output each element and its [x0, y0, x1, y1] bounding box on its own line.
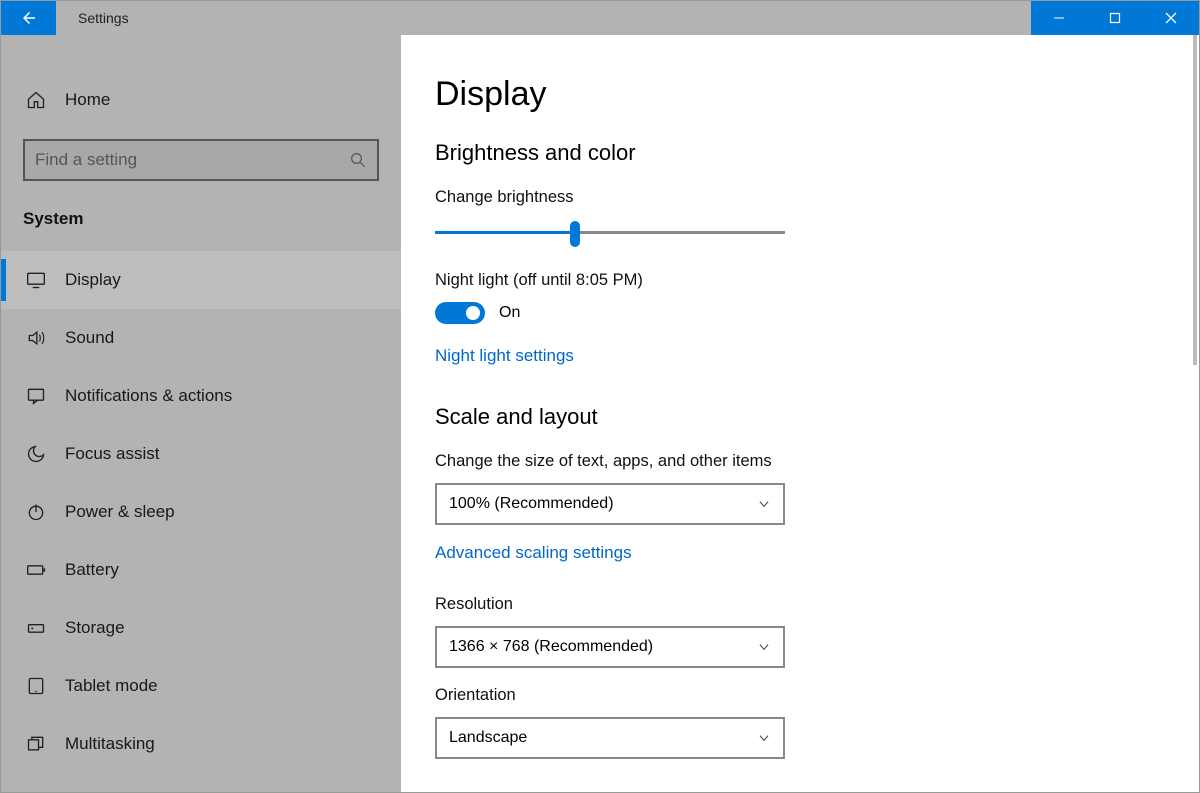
titlebar-spacer [129, 1, 1031, 35]
settings-window: Settings Home [0, 0, 1200, 793]
night-light-label: Night light (off until 8:05 PM) [435, 271, 1149, 290]
toggle-knob [466, 306, 480, 320]
close-icon [1165, 12, 1177, 24]
home-icon [25, 89, 47, 111]
focus-assist-icon [25, 443, 47, 465]
minimize-icon [1053, 12, 1065, 24]
orientation-value: Landscape [449, 729, 527, 747]
sidebar-item-label: Multitasking [65, 734, 155, 754]
night-light-toggle-row: On [435, 302, 1149, 324]
search-box[interactable] [23, 139, 379, 181]
sidebar-item-label: Focus assist [65, 444, 159, 464]
section-brightness-title: Brightness and color [435, 140, 1149, 166]
chevron-down-icon [757, 497, 771, 511]
search-container [23, 139, 379, 181]
battery-icon [25, 559, 47, 581]
advanced-scaling-link[interactable]: Advanced scaling settings [435, 543, 632, 563]
notifications-icon [25, 385, 47, 407]
search-input[interactable] [35, 150, 349, 170]
main-content: Display Brightness and color Change brig… [401, 35, 1199, 792]
category-label: System [1, 199, 401, 237]
page-title: Display [435, 75, 1149, 114]
sidebar-item-label: Storage [65, 618, 125, 638]
display-icon [25, 269, 47, 291]
orientation-label: Orientation [435, 686, 1149, 705]
chevron-down-icon [757, 640, 771, 654]
sidebar-item-label: Power & sleep [65, 502, 175, 522]
orientation-dropdown[interactable]: Landscape [435, 717, 785, 759]
change-brightness-label: Change brightness [435, 188, 1149, 207]
resolution-value: 1366 × 768 (Recommended) [449, 638, 653, 656]
sidebar-item-power-sleep[interactable]: Power & sleep [1, 483, 401, 541]
titlebar: Settings [1, 1, 1199, 35]
resolution-dropdown[interactable]: 1366 × 768 (Recommended) [435, 626, 785, 668]
sound-icon [25, 327, 47, 349]
text-size-value: 100% (Recommended) [449, 495, 614, 513]
sidebar-item-label: Tablet mode [65, 676, 158, 696]
nav-list: Display Sound Notifications & actions Fo… [1, 251, 401, 773]
sidebar-item-display[interactable]: Display [1, 251, 401, 309]
home-nav[interactable]: Home [1, 71, 401, 129]
search-icon [349, 151, 367, 169]
sidebar-item-tablet-mode[interactable]: Tablet mode [1, 657, 401, 715]
night-light-toggle[interactable] [435, 302, 485, 324]
window-controls [1031, 1, 1199, 35]
sidebar-item-notifications[interactable]: Notifications & actions [1, 367, 401, 425]
maximize-button[interactable] [1087, 1, 1143, 35]
night-light-state: On [499, 304, 520, 322]
back-button[interactable] [1, 1, 56, 35]
text-size-label: Change the size of text, apps, and other… [435, 452, 1149, 471]
sidebar-item-label: Display [65, 270, 121, 290]
multitasking-icon [25, 733, 47, 755]
home-label: Home [65, 90, 110, 110]
tablet-icon [25, 675, 47, 697]
slider-thumb[interactable] [570, 221, 580, 247]
maximize-icon [1109, 12, 1121, 24]
storage-icon [25, 617, 47, 639]
app-title: Settings [56, 1, 129, 35]
sidebar-item-focus-assist[interactable]: Focus assist [1, 425, 401, 483]
text-size-dropdown[interactable]: 100% (Recommended) [435, 483, 785, 525]
night-light-settings-link[interactable]: Night light settings [435, 346, 574, 366]
sidebar-item-sound[interactable]: Sound [1, 309, 401, 367]
body-area: Home System Display Sound [1, 35, 1199, 792]
resolution-label: Resolution [435, 595, 1149, 614]
scrollbar[interactable] [1193, 35, 1197, 365]
close-button[interactable] [1143, 1, 1199, 35]
section-scale-title: Scale and layout [435, 404, 1149, 430]
chevron-down-icon [757, 731, 771, 745]
back-arrow-icon [20, 9, 38, 27]
sidebar: Home System Display Sound [1, 35, 401, 792]
sidebar-item-battery[interactable]: Battery [1, 541, 401, 599]
slider-fill [435, 231, 575, 234]
sidebar-item-storage[interactable]: Storage [1, 599, 401, 657]
sidebar-item-label: Sound [65, 328, 114, 348]
brightness-slider[interactable] [435, 219, 785, 247]
power-icon [25, 501, 47, 523]
sidebar-item-label: Battery [65, 560, 119, 580]
sidebar-item-label: Notifications & actions [65, 386, 232, 406]
sidebar-item-multitasking[interactable]: Multitasking [1, 715, 401, 773]
minimize-button[interactable] [1031, 1, 1087, 35]
